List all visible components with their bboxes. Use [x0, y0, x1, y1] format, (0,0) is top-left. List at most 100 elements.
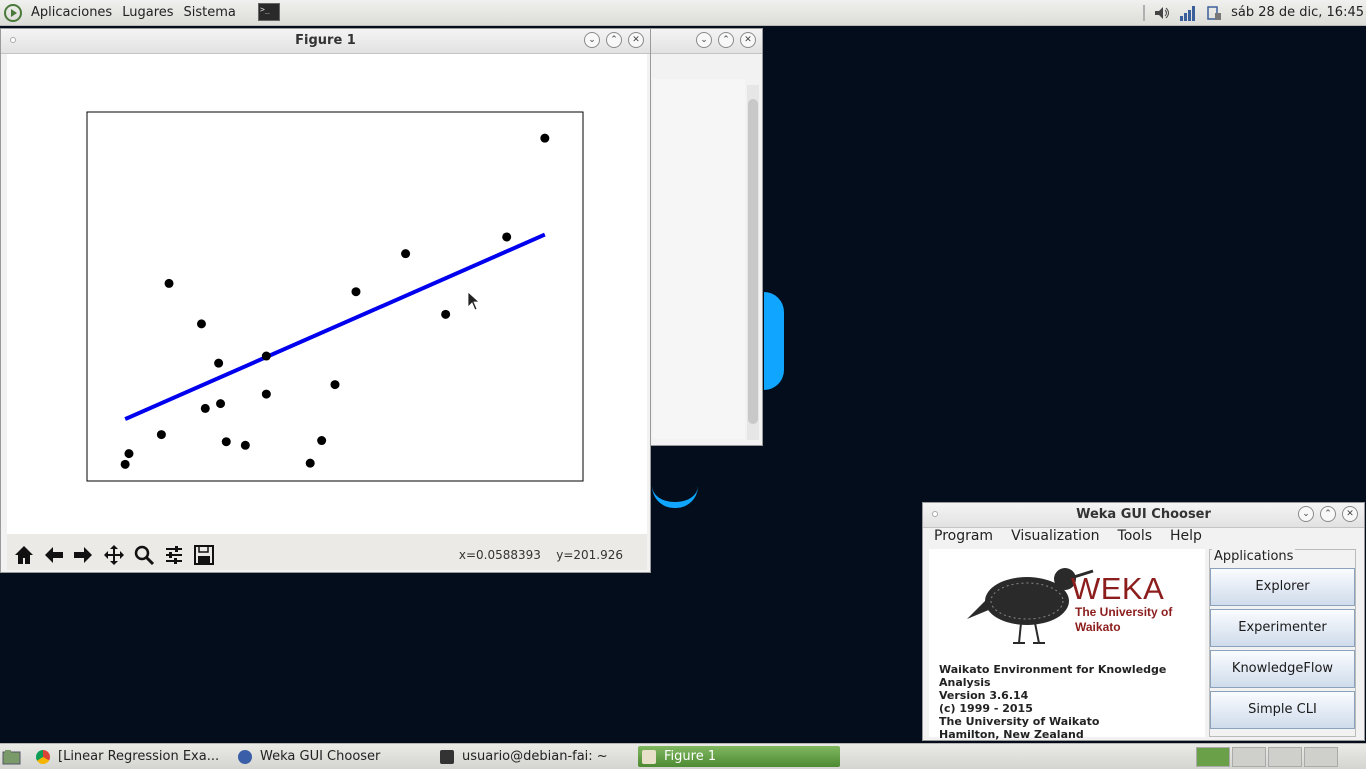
figure-toolbar: x=0.0588393 y=201.926 [7, 534, 647, 570]
forward-icon[interactable] [70, 542, 96, 568]
weka-logo-panel: WEKA The University of Waikato Waikato E… [929, 549, 1205, 741]
chrome-icon [36, 749, 50, 764]
data-point [240, 440, 250, 450]
taskbar-item-figure[interactable]: Figure 1 [638, 746, 840, 767]
workspace-3[interactable] [1268, 747, 1302, 767]
weka-info: Waikato Environment for Knowledge Analys… [939, 663, 1205, 741]
data-point [351, 287, 361, 297]
minimize-icon[interactable]: ⌄ [696, 32, 712, 48]
explorer-button[interactable]: Explorer [1210, 568, 1355, 606]
bg-window-content [653, 79, 745, 439]
data-point [261, 351, 271, 361]
weka-university-text: The University of Waikato [1075, 605, 1173, 634]
task-label: Figure 1 [664, 749, 717, 764]
applications-label: Applications [1212, 549, 1296, 564]
minimize-icon[interactable]: ⌄ [1298, 506, 1314, 522]
coord-y: y=201.926 [556, 548, 623, 562]
menu-aplicaciones[interactable]: Aplicaciones [26, 5, 117, 20]
coord-x: x=0.0588393 [458, 548, 541, 562]
plot-canvas[interactable] [7, 54, 647, 534]
figure-icon [642, 749, 656, 764]
figure-title: Figure 1 [295, 33, 356, 48]
menu-visualization[interactable]: Visualization [1011, 528, 1099, 548]
scatter-plot[interactable] [7, 54, 647, 534]
applications-group: Applications Explorer Experimenter Knowl… [1209, 549, 1356, 737]
taskbar-item-terminal[interactable]: usuario@debian-fai: ~ [440, 746, 636, 767]
terminal-launcher-icon[interactable]: >_ [258, 3, 280, 21]
save-icon[interactable] [191, 542, 217, 568]
task-label: Weka GUI Chooser [260, 749, 381, 764]
data-point [261, 389, 271, 399]
figure-titlebar[interactable]: Figure 1 ⌄ ⌃ ✕ [1, 29, 650, 54]
close-icon[interactable]: ✕ [740, 32, 756, 48]
data-point [214, 358, 224, 368]
simple-cli-button[interactable]: Simple CLI [1210, 691, 1355, 729]
task-label: [Linear Regression Exa... [58, 749, 220, 764]
scrollbar-thumb[interactable] [748, 99, 758, 424]
weka-window: Weka GUI Chooser ⌄ ⌃ ✕ Program Visualiza… [922, 502, 1365, 741]
data-point [164, 278, 174, 288]
menu-sistema[interactable]: Sistema [179, 5, 241, 20]
regression-line [124, 232, 546, 421]
data-point [124, 449, 134, 459]
network-icon[interactable] [1179, 4, 1197, 22]
data-point [200, 403, 210, 413]
volume-icon[interactable] [1153, 4, 1171, 22]
maximize-icon[interactable]: ⌃ [718, 32, 734, 48]
menu-lugares[interactable]: Lugares [117, 5, 178, 20]
weka-menubar: Program Visualization Tools Help [929, 528, 1354, 548]
top-menus: Aplicaciones Lugares Sistema [4, 0, 241, 25]
workspace-1[interactable] [1196, 747, 1230, 767]
menu-tools[interactable]: Tools [1118, 528, 1153, 548]
wallpaper-swirl [764, 292, 784, 390]
data-point [120, 459, 130, 469]
close-icon[interactable]: ✕ [1342, 506, 1358, 522]
taskbar-item-weka[interactable]: Weka GUI Chooser [238, 746, 434, 767]
data-point [196, 319, 206, 329]
configure-subplots-icon[interactable] [161, 542, 187, 568]
weka-logo-text: WEKA [1071, 571, 1165, 606]
workspace-2[interactable] [1232, 747, 1266, 767]
weka-icon [238, 749, 252, 764]
menu-program[interactable]: Program [934, 528, 993, 548]
bg-window-titlebar[interactable]: ⌄ ⌃ ✕ [651, 29, 762, 54]
info-line: (c) 1999 - 2015 [939, 702, 1033, 715]
info-line: Hamilton, New Zealand [939, 728, 1084, 741]
wallpaper-swirl-tail [652, 486, 698, 508]
weka-titlebar[interactable]: Weka GUI Chooser ⌄ ⌃ ✕ [923, 503, 1364, 528]
background-window: ⌄ ⌃ ✕ [650, 28, 763, 446]
figure-window: Figure 1 ⌄ ⌃ ✕ x=0.0588393 y=201.926 [0, 28, 651, 573]
cursor-coordinates: x=0.0588393 y=201.926 [459, 548, 623, 562]
minimize-icon[interactable]: ⌄ [584, 32, 600, 48]
tray-separator [1143, 4, 1146, 21]
maximize-icon[interactable]: ⌃ [1320, 506, 1336, 522]
data-point [401, 249, 411, 259]
plot-axes-frame [86, 111, 584, 482]
terminal-icon [440, 749, 454, 764]
data-point [216, 399, 226, 409]
info-line: The University of Waikato [939, 715, 1100, 728]
info-line: Waikato Environment for Knowledge Analys… [939, 663, 1167, 689]
info-line: Version 3.6.14 [939, 689, 1029, 702]
workspace-4[interactable] [1304, 747, 1338, 767]
back-icon[interactable] [41, 542, 67, 568]
close-icon[interactable]: ✕ [628, 32, 644, 48]
mouse-cursor-icon [467, 291, 481, 311]
menu-help[interactable]: Help [1170, 528, 1202, 548]
knowledgeflow-button[interactable]: KnowledgeFlow [1210, 650, 1355, 688]
maximize-icon[interactable]: ⌃ [606, 32, 622, 48]
power-icon[interactable] [1205, 4, 1223, 22]
show-desktop-icon[interactable] [2, 746, 22, 767]
data-point [156, 430, 166, 440]
experimenter-button[interactable]: Experimenter [1210, 609, 1355, 647]
pan-icon[interactable] [101, 542, 127, 568]
data-point [330, 380, 340, 390]
taskbar-item-chrome[interactable]: [Linear Regression Exa... [36, 746, 232, 767]
data-point [441, 309, 451, 319]
data-point [317, 436, 327, 446]
home-icon[interactable] [11, 542, 37, 568]
debian-menu-icon[interactable] [4, 3, 22, 22]
top-panel: Aplicaciones Lugares Sistema >_ sáb 28 d… [0, 0, 1366, 26]
zoom-icon[interactable] [131, 542, 157, 568]
clock[interactable]: sáb 28 de dic, 16:45 [1231, 5, 1364, 20]
